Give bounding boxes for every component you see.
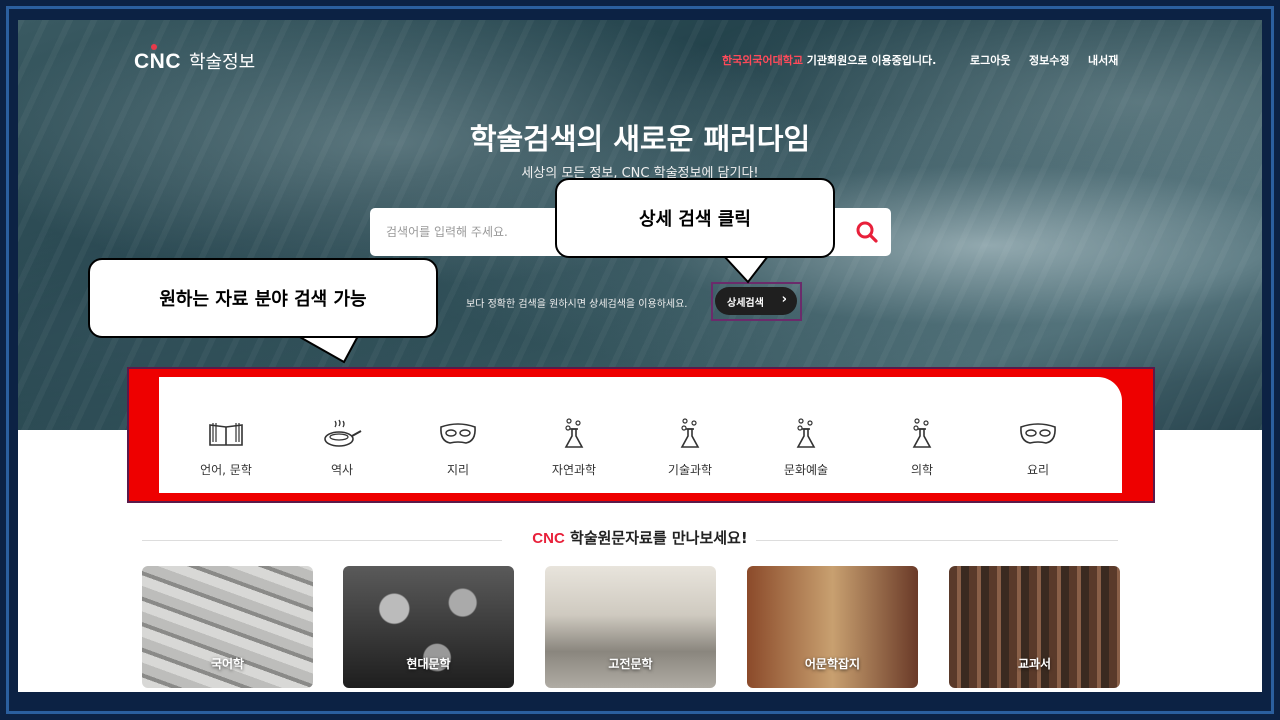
callout-category-search: 원하는 자료 분야 검색 가능 xyxy=(88,258,438,338)
category-cooking[interactable]: 요리 xyxy=(993,417,1083,478)
card-label: 어문학잡지 xyxy=(804,657,861,671)
flask-icon xyxy=(796,418,816,448)
top-nav: CNC 학술정보 한국외국어대학교 기관회원으로 이용중입니다. 로그아웃 정보… xyxy=(18,44,1262,74)
logo-text: 학술정보 xyxy=(189,52,256,73)
mask-icon xyxy=(440,423,476,444)
category-label: 역사 xyxy=(330,463,354,477)
category-label: 지리 xyxy=(446,463,470,477)
member-suffix: 기관회원으로 이용중입니다. xyxy=(802,54,937,67)
book-icon xyxy=(209,423,243,446)
category-language-literature[interactable]: 언어, 문학 xyxy=(181,417,271,478)
card-label: 고전문학 xyxy=(608,657,653,671)
advanced-search-label: 상세검색 xyxy=(727,297,764,309)
callout-tail-icon xyxy=(298,334,360,364)
category-label: 자연과학 xyxy=(551,463,597,477)
card-korean-linguistics[interactable]: 국어학 xyxy=(142,566,313,688)
category-label: 언어, 문학 xyxy=(200,463,252,477)
flask-icon xyxy=(564,418,584,448)
card-label: 국어학 xyxy=(210,657,245,671)
edit-profile-link[interactable]: 정보수정 xyxy=(1029,52,1069,68)
category-medicine[interactable]: 의학 xyxy=(877,417,967,478)
card-label: 현대문학 xyxy=(406,657,451,671)
flask-icon xyxy=(912,418,932,448)
section-title: CNC 학술원문자료를 만나보세요! xyxy=(18,527,1262,548)
flask-icon xyxy=(680,418,700,448)
logo-mark: CNC xyxy=(134,44,181,74)
category-panel: 언어, 문학 역사 지리 자연과학 기술과학 문화예술 의학 요리 xyxy=(159,377,1122,493)
section-brand: CNC xyxy=(532,530,565,547)
hero-title: 학술검색의 새로운 패러다임 xyxy=(469,122,811,156)
section-title-text: 학술원문자료를 만나보세요! xyxy=(564,529,748,547)
advanced-search-hint: 보다 정확한 검색을 원하시면 상세검색을 이용하세요. xyxy=(466,299,688,310)
card-textbooks[interactable]: 교과서 xyxy=(949,566,1120,688)
site-logo[interactable]: CNC 학술정보 xyxy=(134,44,256,74)
advanced-search-button[interactable]: 상세검색 › xyxy=(715,287,797,315)
card-label: 교과서 xyxy=(1017,657,1052,671)
card-modern-literature[interactable]: 현대문학 xyxy=(343,566,514,688)
card-classical-literature[interactable]: 고전문학 xyxy=(545,566,716,688)
chevron-right-icon: › xyxy=(781,292,787,307)
member-notice: 한국외국어대학교 기관회원으로 이용중입니다. xyxy=(722,52,936,68)
mask-icon xyxy=(1020,423,1056,444)
category-label: 의학 xyxy=(910,463,934,477)
logout-link[interactable]: 로그아웃 xyxy=(970,52,1010,68)
category-history[interactable]: 역사 xyxy=(297,417,387,478)
category-culture-arts[interactable]: 문화예술 xyxy=(761,417,851,478)
category-tech-science[interactable]: 기술과학 xyxy=(645,417,735,478)
search-icon[interactable] xyxy=(853,218,881,246)
pan-icon xyxy=(324,419,362,447)
callout-tail-icon xyxy=(724,254,771,284)
category-natural-science[interactable]: 자연과학 xyxy=(529,417,619,478)
category-label: 기술과학 xyxy=(667,463,713,477)
my-library-link[interactable]: 내서재 xyxy=(1088,52,1118,68)
member-org: 한국외국어대학교 xyxy=(722,54,803,67)
category-label: 문화예술 xyxy=(783,463,829,477)
category-label: 요리 xyxy=(1026,463,1050,477)
callout-advanced-search: 상세 검색 클릭 xyxy=(555,178,835,258)
logo-dot-icon xyxy=(151,44,157,50)
web-page: CNC 학술정보 한국외국어대학교 기관회원으로 이용중입니다. 로그아웃 정보… xyxy=(18,20,1262,692)
card-language-literature-magazine[interactable]: 어문학잡지 xyxy=(747,566,918,688)
category-geography[interactable]: 지리 xyxy=(413,417,503,478)
